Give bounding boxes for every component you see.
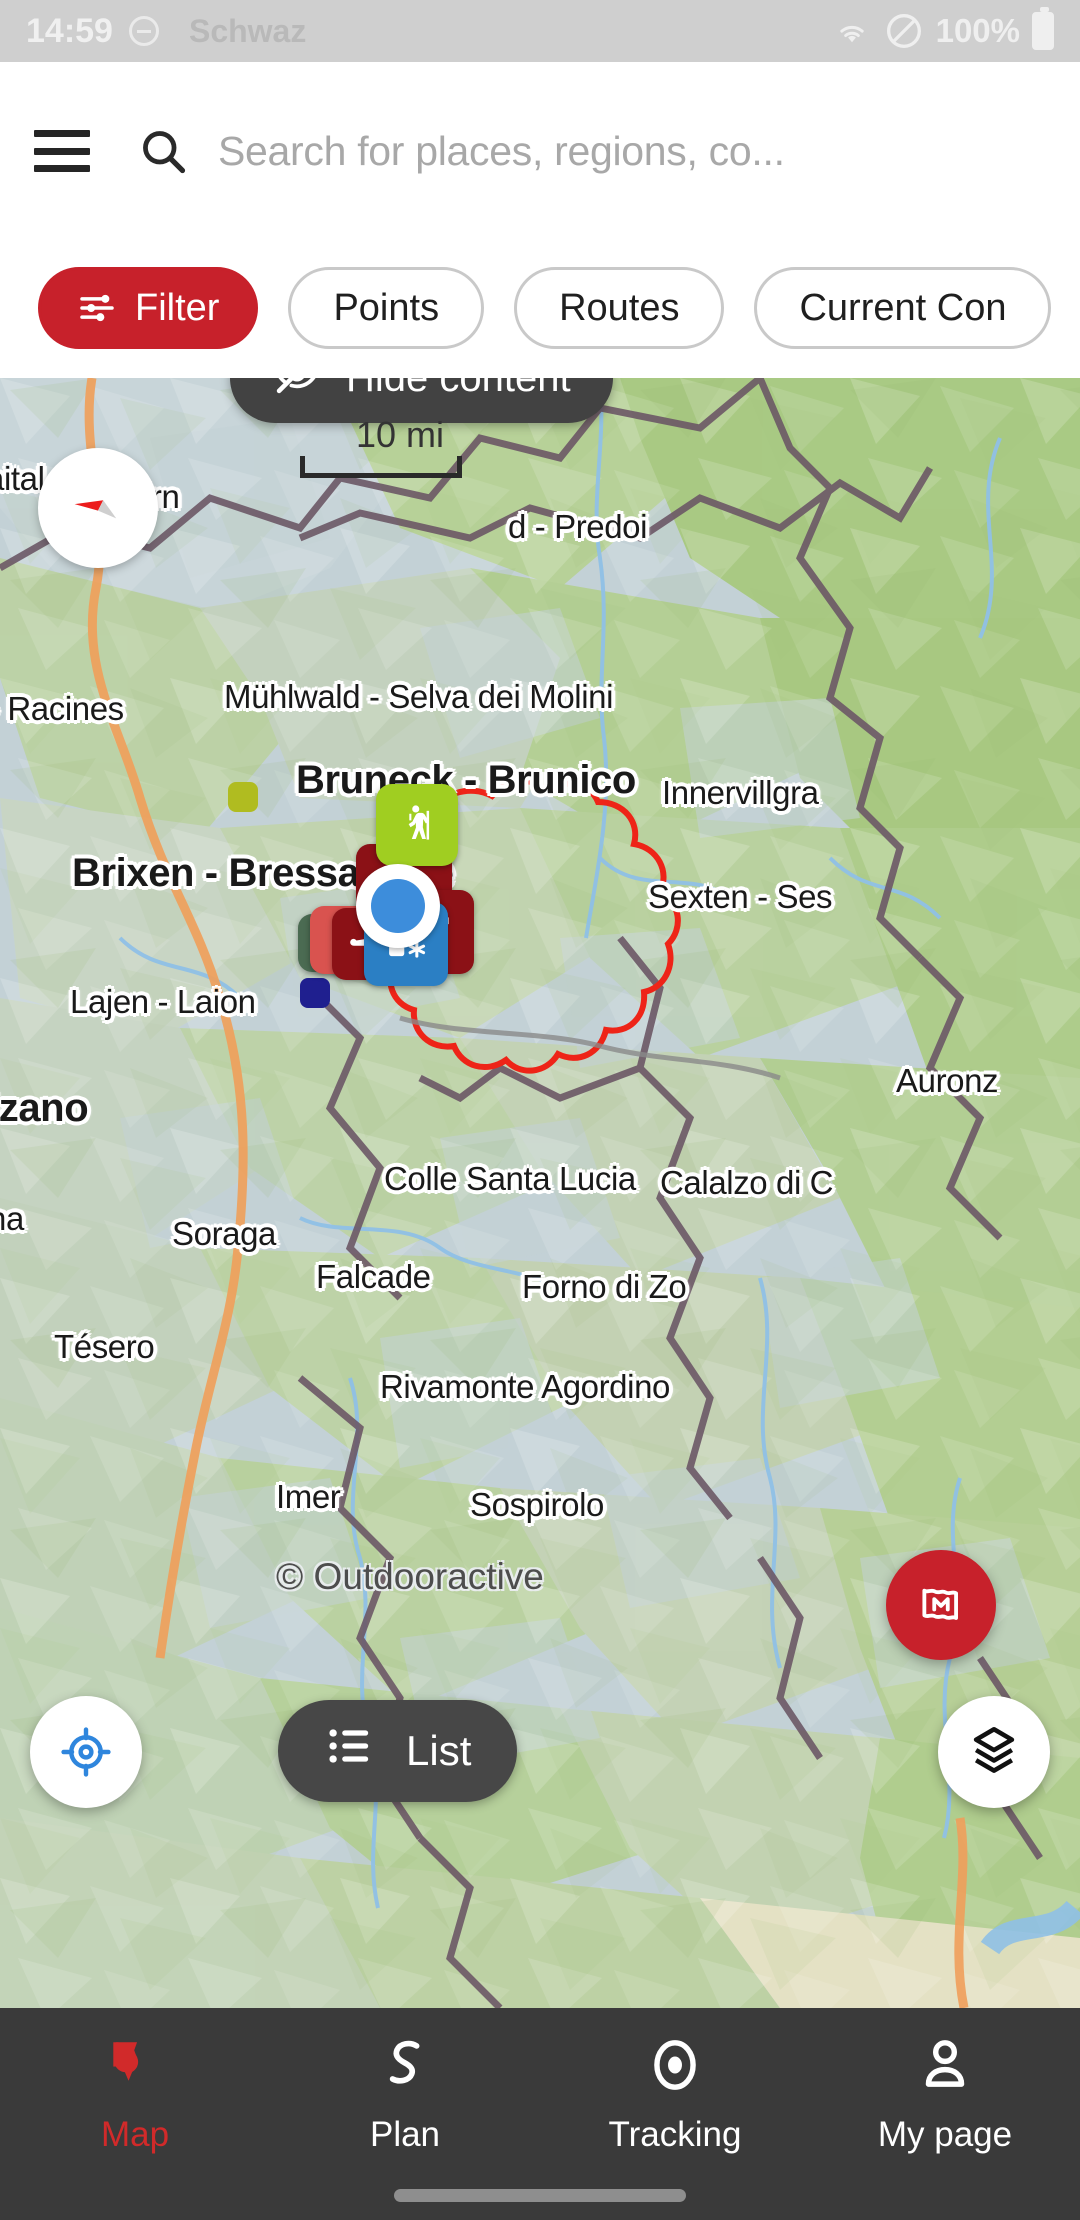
map-place-label: aital: [0, 460, 45, 497]
map-place-label: Rivamonte Agordino: [380, 1368, 670, 1405]
list-icon: [324, 1720, 376, 1782]
map-place-label: Soraga: [172, 1215, 277, 1252]
filter-sliders-icon: [77, 288, 117, 328]
selected-poi-marker[interactable]: [356, 864, 440, 948]
hide-content-label: Hide content: [346, 378, 571, 401]
layers-stack-icon: [973, 1726, 1015, 1773]
battery-percent: 100%: [935, 12, 1020, 49]
chip-routes-label: Routes: [559, 286, 680, 329]
map-place-label: Sospirolo: [470, 1486, 604, 1523]
wifi-icon: [832, 13, 872, 49]
blue-dot-icon: [371, 879, 425, 933]
status-time: 14:59: [26, 11, 113, 50]
map-place-label: Forno di Zo: [522, 1268, 687, 1305]
nav-item-plan-label: Plan: [369, 2115, 441, 2154]
eye-off-icon: [272, 378, 322, 408]
filter-chip-row[interactable]: Filter Points Routes Current Con: [0, 248, 1080, 368]
route-s-icon: [374, 2034, 436, 2101]
app-screen: 14:59 Schwaz 100% Search for places, reg…: [0, 0, 1080, 2220]
status-bar-left: 14:59 Schwaz: [26, 12, 306, 51]
map-place-label: d - Predoi: [508, 508, 648, 545]
map-place-label: Imer: [276, 1478, 341, 1515]
search-row: Search for places, regions, co...: [0, 96, 1080, 206]
search-input[interactable]: Search for places, regions, co...: [218, 128, 785, 175]
map-place-label: Sexten - Ses: [648, 878, 833, 915]
map-place-label: Auronz: [896, 1062, 999, 1099]
nav-item-map[interactable]: Map: [0, 2034, 270, 2155]
person-icon: [914, 2034, 976, 2101]
folded-map-icon: [922, 1588, 958, 1620]
chip-current-conditions[interactable]: Current Con: [754, 267, 1052, 349]
folded-map-fab[interactable]: [886, 1550, 996, 1660]
chip-filter-label: Filter: [135, 286, 220, 329]
map-layers-fab[interactable]: [938, 1696, 1050, 1808]
nav-item-map-label: Map: [100, 2115, 170, 2154]
status-bar: 14:59 Schwaz 100%: [0, 0, 1080, 62]
map-place-label: - Racines: [0, 690, 124, 727]
status-bar-right: 100%: [832, 7, 1054, 51]
map-place-label: Colle Santa Lucia: [384, 1160, 636, 1197]
blue-area-marker[interactable]: [300, 978, 330, 1008]
map-place-label: Mühlwald - Selva dei Molini: [224, 678, 614, 715]
map-place-label: Falcade: [316, 1258, 431, 1295]
map-place-label: lzano: [0, 1086, 89, 1130]
compass-control[interactable]: [38, 448, 158, 568]
home-indicator[interactable]: [394, 2189, 686, 2202]
map-place-label: Tésero: [54, 1328, 155, 1365]
nav-item-my-page[interactable]: My page: [810, 2034, 1080, 2155]
compass-needle-icon: [74, 500, 117, 519]
hiker-icon: [408, 805, 430, 840]
nav-item-tracking[interactable]: Tracking: [540, 2034, 810, 2155]
mute-icon: [128, 16, 159, 46]
bottom-navigation: Map Plan Tracking My page: [0, 2008, 1080, 2220]
crosshair-locate-icon: [61, 1727, 111, 1777]
list-button-label: List: [406, 1727, 472, 1774]
map-place-label: na: [0, 1200, 24, 1237]
search-icon[interactable]: [136, 124, 190, 178]
locate-fab[interactable]: [30, 1696, 142, 1808]
status-carrier: Schwaz: [188, 12, 307, 49]
map-place-label: Calalzo di C: [660, 1164, 834, 1201]
search-header: Search for places, regions, co... Filter: [0, 62, 1080, 378]
chip-routes[interactable]: Routes: [514, 267, 725, 349]
map-scale-bar: 10 mi: [300, 414, 462, 478]
nav-item-tracking-label: Tracking: [608, 2115, 742, 2154]
map-view[interactable]: aitalhirnd - PredoiMühlwald - Selva dei …: [0, 378, 1080, 2008]
chip-filter[interactable]: Filter: [38, 267, 259, 349]
battery-icon: [1032, 7, 1054, 50]
chip-points-label: Points: [333, 286, 440, 329]
chip-current-conditions-label: Current Con: [799, 286, 1007, 329]
list-button[interactable]: List: [278, 1700, 518, 1802]
map-place-label: Innervillgra: [662, 774, 819, 811]
map-flag-icon: [104, 2034, 166, 2101]
map-place-label: Lajen - Laion: [70, 983, 256, 1020]
nav-item-my-page-label: My page: [877, 2115, 1013, 2154]
map-scale-label: 10 mi: [356, 414, 445, 455]
yellow-area-marker[interactable]: [228, 782, 258, 812]
map-place-label: Bruneck - Brunico: [296, 758, 636, 802]
nav-item-plan[interactable]: Plan: [270, 2034, 540, 2155]
hiking-poi-marker[interactable]: [376, 784, 458, 866]
hamburger-menu-icon[interactable]: [34, 130, 90, 172]
target-dot-icon: [644, 2034, 706, 2101]
do-not-disturb-icon: [884, 11, 924, 51]
chip-points[interactable]: Points: [288, 267, 485, 349]
map-attribution: © Outdooractive: [276, 1556, 544, 1597]
